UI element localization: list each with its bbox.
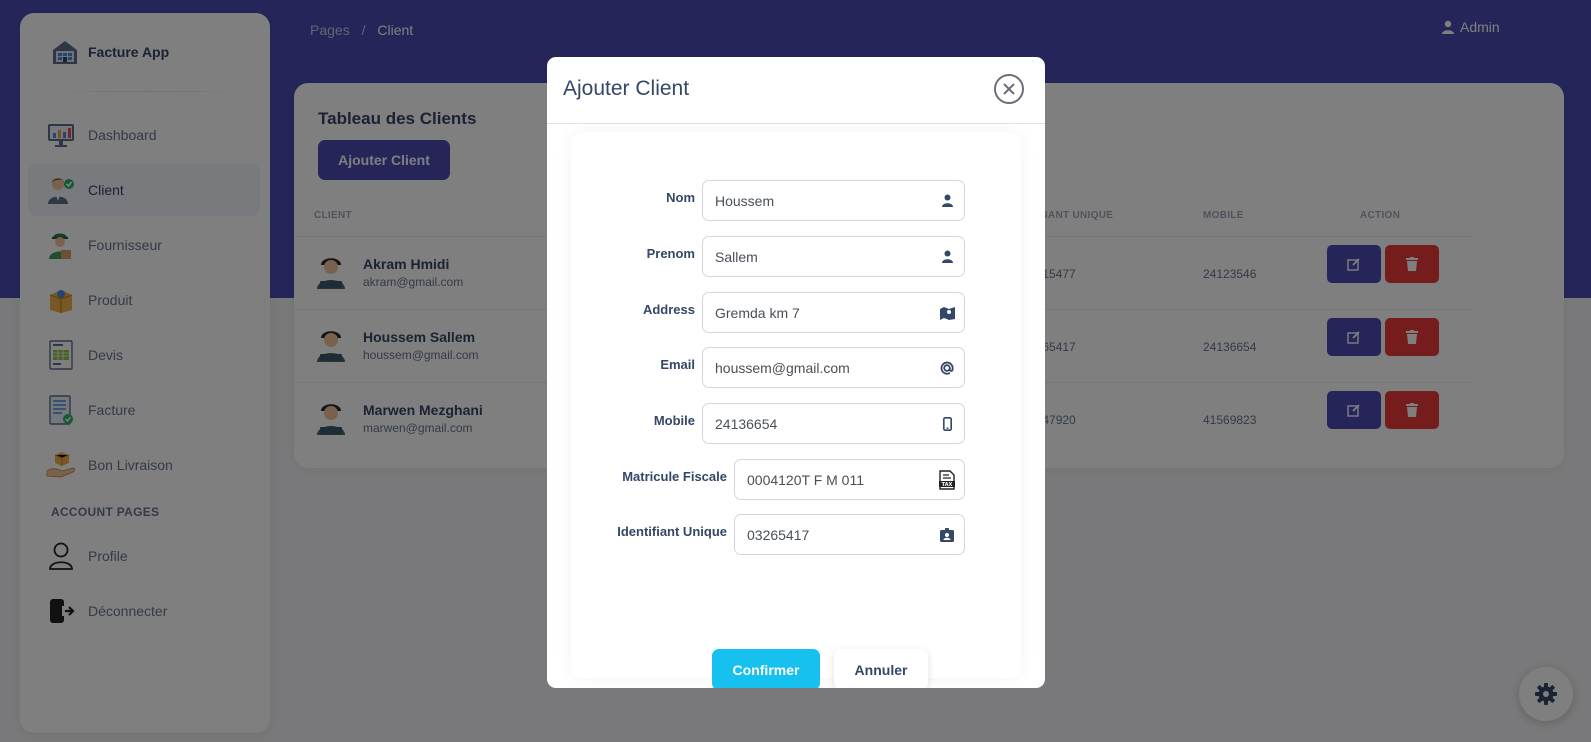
confirm-button[interactable]: Confirmer [712,649,820,688]
add-client-modal: Ajouter Client Nom Houssem Prenom Sallem… [547,57,1045,688]
address-label: Address [642,302,695,317]
address-value: Gremda km 7 [715,304,800,321]
matricule-label: Matricule Fiscale [622,469,727,484]
at-icon [930,361,964,375]
address-field[interactable]: Gremda km 7 [702,292,965,333]
email-value: houssem@gmail.com [715,359,850,376]
svg-text:TAX: TAX [942,482,953,488]
id-badge-icon [930,527,964,542]
cancel-button[interactable]: Annuler [834,649,928,688]
nom-field[interactable]: Houssem [702,180,965,221]
map-icon [930,306,964,320]
mobile-value: 24136654 [715,415,778,432]
identifiant-label: Identifiant Unique [617,524,727,539]
modal-header: Ajouter Client [547,57,1045,124]
nom-value: Houssem [715,192,775,209]
prenom-field[interactable]: Sallem [702,236,965,277]
mobile-field[interactable]: 24136654 [702,403,965,444]
close-button[interactable] [994,74,1024,104]
email-field[interactable]: houssem@gmail.com [702,347,965,388]
nom-label: Nom [666,190,695,205]
modal-title: Ajouter Client [563,77,690,100]
mobile-label: Mobile [653,413,695,428]
mobile-icon [930,416,964,431]
matricule-field[interactable]: 0004120T F M 011 TAX [734,459,965,500]
tax-icon: TAX [930,469,964,490]
email-label: Email [660,357,695,372]
matricule-value: 0004120T F M 011 [747,471,865,488]
prenom-value: Sallem [715,248,758,265]
prenom-label: Prenom [646,246,695,261]
identifiant-value: 03265417 [747,526,810,543]
user-icon [930,250,964,263]
user-icon [930,194,964,207]
close-icon [1003,83,1015,95]
identifiant-field[interactable]: 03265417 [734,514,965,555]
client-form: Nom Houssem Prenom Sallem Address Gremda… [571,132,1021,688]
